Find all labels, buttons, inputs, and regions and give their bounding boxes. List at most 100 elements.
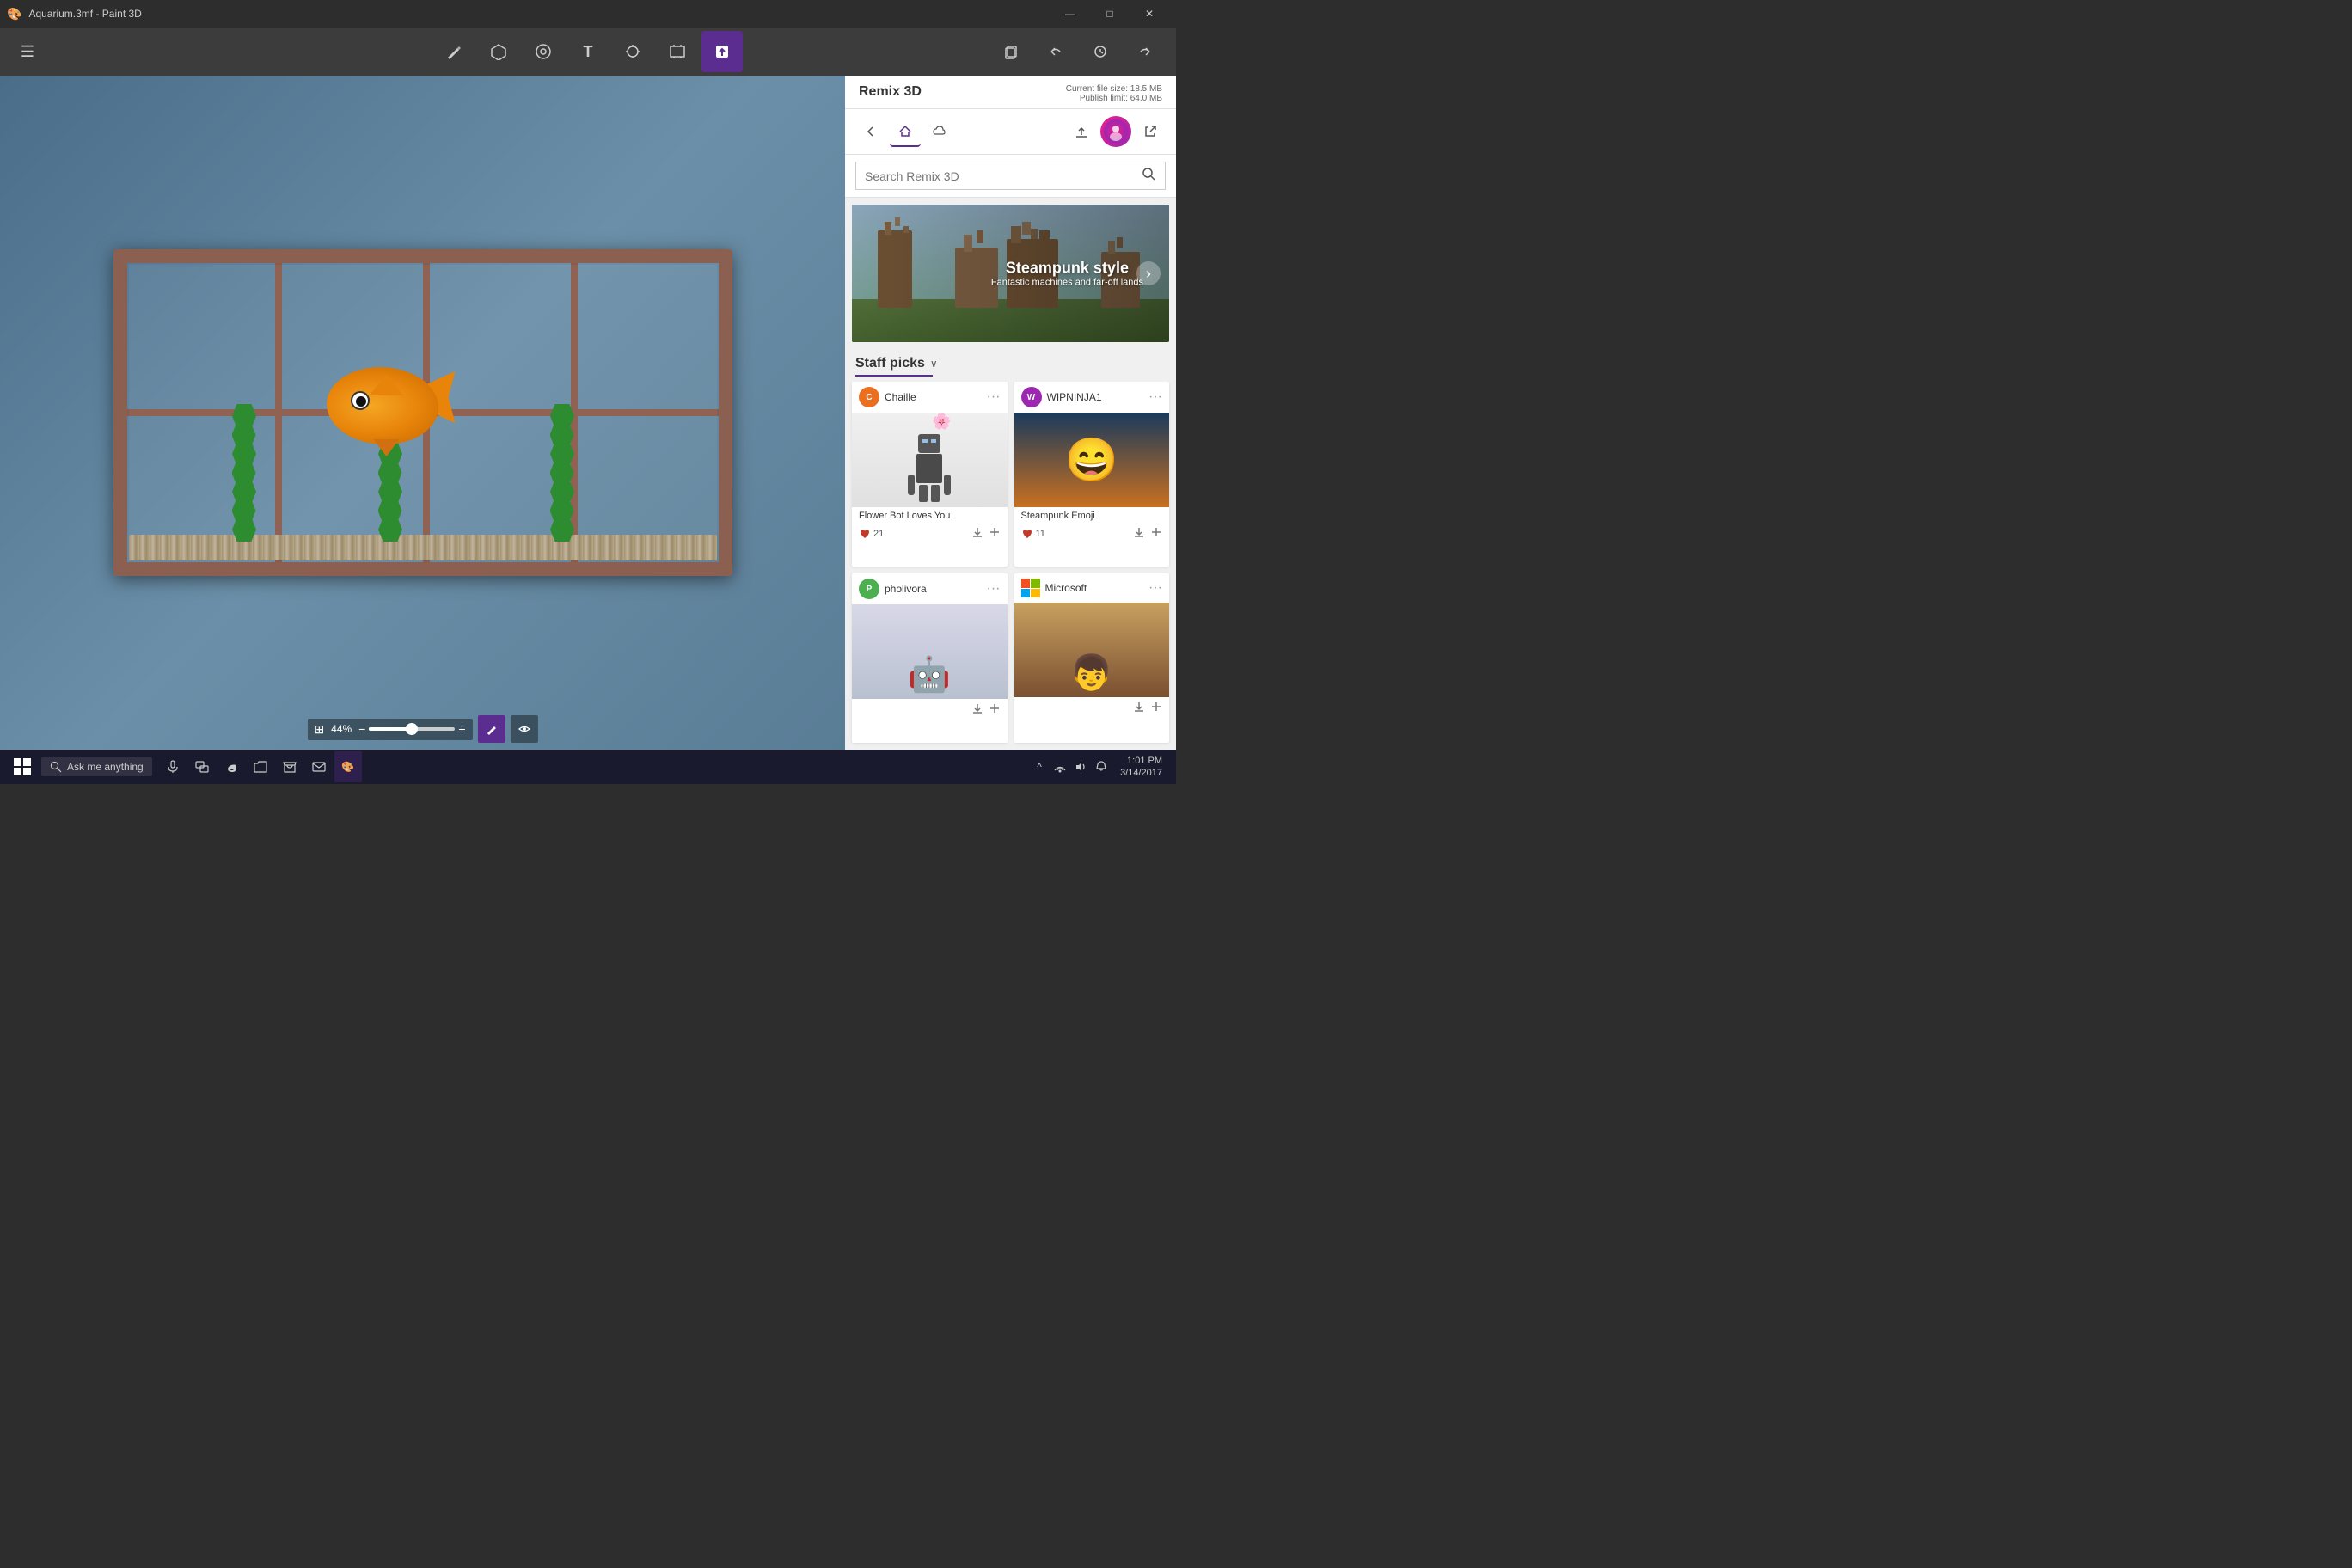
taskbar-search-icon (50, 761, 62, 773)
hero-banner[interactable]: Steampunk style Fantastic machines and f… (852, 205, 1169, 342)
brush-icon (445, 43, 462, 60)
maximize-button[interactable]: □ (1090, 0, 1130, 28)
download-btn-1[interactable] (971, 526, 983, 541)
user-avatar[interactable] (1100, 116, 1131, 147)
zoom-plus[interactable]: + (458, 722, 465, 736)
taskbar-paint3d[interactable]: 🎨 (334, 751, 362, 782)
start-button[interactable] (7, 751, 38, 782)
canvas-tool[interactable] (657, 31, 698, 72)
hero-text: Steampunk style Fantastic machines and f… (991, 260, 1143, 288)
effects-tool[interactable] (612, 31, 653, 72)
search-button[interactable] (1142, 168, 1156, 184)
robot-torso (916, 454, 942, 483)
robot-leg-left (919, 485, 928, 502)
taskbar-search[interactable]: Ask me anything (41, 757, 152, 776)
search-icon (1142, 168, 1156, 181)
card-pholivora[interactable]: P pholivora ··· 🤖 (852, 573, 1008, 743)
upload-button[interactable] (1066, 116, 1097, 147)
card-likes-2: 11 (1021, 528, 1045, 540)
taskbar-task-view[interactable] (188, 751, 216, 782)
remix-icon (714, 43, 731, 60)
menu-button[interactable]: ☰ (7, 31, 48, 72)
paste-button[interactable] (990, 31, 1032, 72)
taskbar-edge[interactable] (217, 751, 245, 782)
add-btn-1[interactable] (989, 526, 1001, 541)
tray-notifications[interactable] (1093, 751, 1110, 782)
text-tool[interactable]: T (567, 31, 609, 72)
open-external-button[interactable] (1135, 116, 1166, 147)
card-user-2: W WIPNINJA1 (1021, 387, 1102, 407)
stickers-tool[interactable] (523, 31, 564, 72)
active-remix-tool[interactable] (701, 31, 743, 72)
paste-icon (1003, 44, 1019, 59)
card-image-1[interactable]: 🌸 (852, 413, 1008, 507)
card-more-2[interactable]: ··· (1148, 389, 1162, 405)
staff-picks-chevron[interactable]: ∨ (930, 358, 938, 370)
stickers-icon (535, 43, 552, 60)
download-icon-1 (971, 526, 983, 538)
close-button[interactable]: ✕ (1130, 0, 1169, 28)
card-more-1[interactable]: ··· (987, 389, 1001, 405)
tray-expand[interactable]: ^ (1031, 751, 1048, 782)
redo-button[interactable] (1124, 31, 1166, 72)
main-area: ⊞ 44% − + Remix 3D Current file size: (0, 76, 1176, 750)
zoom-minus[interactable]: − (358, 722, 365, 736)
upload-icon (1075, 125, 1088, 138)
tray-volume[interactable] (1072, 751, 1089, 782)
cloud-button[interactable] (924, 116, 955, 147)
taskbar-store[interactable] (276, 751, 303, 782)
card-footer-1: 21 (852, 523, 1008, 546)
hero-next-button[interactable]: › (1136, 261, 1161, 285)
download-icon-3 (971, 702, 983, 714)
zoom-value: 44% (328, 723, 355, 735)
card-flower-bot[interactable]: C Chaille ··· (852, 382, 1008, 567)
fish-fin-top (370, 374, 404, 395)
download-btn-3[interactable] (971, 702, 983, 717)
3d-shapes-tool[interactable] (478, 31, 519, 72)
card-image-3[interactable]: 🤖 (852, 604, 1008, 699)
history-button[interactable] (1080, 31, 1121, 72)
tray-network[interactable] (1051, 751, 1069, 782)
undo-button[interactable] (1035, 31, 1076, 72)
brush-tool[interactable] (433, 31, 475, 72)
card-microsoft[interactable]: Microsoft ··· 👦 (1014, 573, 1170, 743)
network-icon (1054, 761, 1066, 773)
robot-eye-right (931, 439, 936, 443)
zoom-thumb[interactable] (406, 723, 418, 735)
taskbar-cortana[interactable] (159, 751, 187, 782)
paint-tool-btn[interactable] (478, 715, 505, 743)
add-btn-4[interactable] (1150, 701, 1162, 715)
add-btn-2[interactable] (1150, 526, 1162, 541)
card-more-4[interactable]: ··· (1148, 580, 1162, 596)
add-btn-3[interactable] (989, 702, 1001, 717)
card-image-2[interactable]: 😄 (1014, 413, 1170, 507)
card-actions-3 (971, 702, 1001, 717)
taskbar-explorer[interactable] (247, 751, 274, 782)
taskbar-mail[interactable] (305, 751, 333, 782)
home-button[interactable] (890, 116, 921, 147)
download-btn-2[interactable] (1133, 526, 1145, 541)
effects-icon (624, 43, 641, 60)
back-button[interactable] (855, 116, 886, 147)
card-more-3[interactable]: ··· (987, 581, 1001, 597)
staff-picks-header: Staff picks ∨ (845, 349, 1176, 375)
canvas-icon (669, 43, 686, 60)
card-image-4[interactable]: 👦 (1014, 603, 1170, 697)
search-input[interactable] (865, 169, 1142, 183)
canvas-area[interactable]: ⊞ 44% − + (0, 76, 845, 750)
search-input-wrap[interactable] (855, 162, 1166, 190)
minimize-button[interactable]: — (1050, 0, 1090, 28)
remix-header: Remix 3D Current file size: 18.5 MB Publ… (845, 76, 1176, 109)
card-steampunk-emoji[interactable]: W WIPNINJA1 ··· 😄 Steampunk Emoji (1014, 382, 1170, 567)
remix-scroll-area[interactable]: Steampunk style Fantastic machines and f… (845, 198, 1176, 750)
robot-legs (916, 484, 942, 503)
system-clock[interactable]: 1:01 PM 3/14/2017 (1113, 755, 1169, 780)
zoom-slider[interactable] (369, 727, 455, 731)
history-icon (1093, 44, 1108, 59)
eye-tool-btn[interactable] (511, 715, 538, 743)
frame-icon[interactable]: ⊞ (314, 722, 324, 737)
remix-nav-buttons (855, 116, 955, 147)
download-btn-4[interactable] (1133, 701, 1145, 715)
taskbar-search-text: Ask me anything (67, 761, 144, 773)
seaweed-1 (232, 404, 256, 536)
